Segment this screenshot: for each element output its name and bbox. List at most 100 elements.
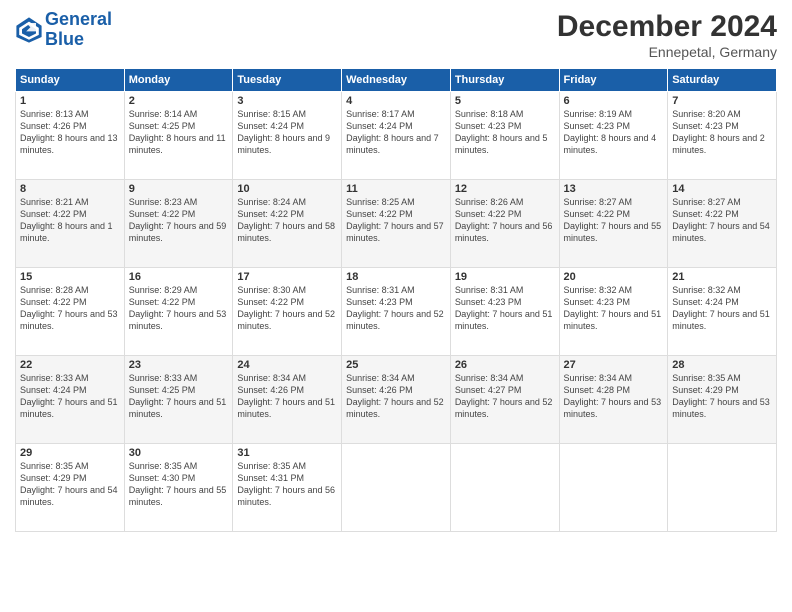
weekday-header: Saturday — [668, 69, 777, 92]
header: General Blue December 2024 Ennepetal, Ge… — [15, 10, 777, 60]
day-info: Sunrise: 8:13 AMSunset: 4:26 PMDaylight:… — [20, 108, 120, 157]
day-number: 2 — [129, 95, 229, 107]
weekday-header-row: SundayMondayTuesdayWednesdayThursdayFrid… — [16, 69, 777, 92]
day-number: 17 — [237, 271, 337, 283]
day-info: Sunrise: 8:34 AMSunset: 4:26 PMDaylight:… — [237, 372, 337, 421]
calendar-cell: 9Sunrise: 8:23 AMSunset: 4:22 PMDaylight… — [124, 180, 233, 268]
day-info: Sunrise: 8:19 AMSunset: 4:23 PMDaylight:… — [564, 108, 664, 157]
day-number: 27 — [564, 359, 664, 371]
day-number: 10 — [237, 183, 337, 195]
calendar-week-row: 1Sunrise: 8:13 AMSunset: 4:26 PMDaylight… — [16, 92, 777, 180]
calendar-cell: 19Sunrise: 8:31 AMSunset: 4:23 PMDayligh… — [450, 268, 559, 356]
day-number: 9 — [129, 183, 229, 195]
day-number: 1 — [20, 95, 120, 107]
logo-icon — [15, 16, 43, 44]
logo: General Blue — [15, 10, 112, 50]
calendar-cell — [668, 444, 777, 532]
day-info: Sunrise: 8:35 AMSunset: 4:30 PMDaylight:… — [129, 460, 229, 509]
day-info: Sunrise: 8:32 AMSunset: 4:24 PMDaylight:… — [672, 284, 772, 333]
weekday-header: Monday — [124, 69, 233, 92]
calendar-cell: 4Sunrise: 8:17 AMSunset: 4:24 PMDaylight… — [342, 92, 451, 180]
calendar-cell: 27Sunrise: 8:34 AMSunset: 4:28 PMDayligh… — [559, 356, 668, 444]
day-number: 26 — [455, 359, 555, 371]
day-info: Sunrise: 8:21 AMSunset: 4:22 PMDaylight:… — [20, 196, 120, 245]
logo-text2: Blue — [45, 30, 112, 50]
calendar-cell: 18Sunrise: 8:31 AMSunset: 4:23 PMDayligh… — [342, 268, 451, 356]
day-number: 31 — [237, 447, 337, 459]
calendar-cell: 25Sunrise: 8:34 AMSunset: 4:26 PMDayligh… — [342, 356, 451, 444]
day-number: 20 — [564, 271, 664, 283]
calendar-cell: 28Sunrise: 8:35 AMSunset: 4:29 PMDayligh… — [668, 356, 777, 444]
calendar-cell: 7Sunrise: 8:20 AMSunset: 4:23 PMDaylight… — [668, 92, 777, 180]
day-info: Sunrise: 8:33 AMSunset: 4:24 PMDaylight:… — [20, 372, 120, 421]
day-info: Sunrise: 8:29 AMSunset: 4:22 PMDaylight:… — [129, 284, 229, 333]
calendar-week-row: 15Sunrise: 8:28 AMSunset: 4:22 PMDayligh… — [16, 268, 777, 356]
day-info: Sunrise: 8:18 AMSunset: 4:23 PMDaylight:… — [455, 108, 555, 157]
calendar-cell: 22Sunrise: 8:33 AMSunset: 4:24 PMDayligh… — [16, 356, 125, 444]
logo-text: General — [45, 10, 112, 30]
calendar-cell: 26Sunrise: 8:34 AMSunset: 4:27 PMDayligh… — [450, 356, 559, 444]
day-number: 13 — [564, 183, 664, 195]
calendar-cell: 12Sunrise: 8:26 AMSunset: 4:22 PMDayligh… — [450, 180, 559, 268]
day-number: 28 — [672, 359, 772, 371]
day-info: Sunrise: 8:28 AMSunset: 4:22 PMDaylight:… — [20, 284, 120, 333]
calendar-cell: 6Sunrise: 8:19 AMSunset: 4:23 PMDaylight… — [559, 92, 668, 180]
day-number: 24 — [237, 359, 337, 371]
day-info: Sunrise: 8:24 AMSunset: 4:22 PMDaylight:… — [237, 196, 337, 245]
day-info: Sunrise: 8:25 AMSunset: 4:22 PMDaylight:… — [346, 196, 446, 245]
day-info: Sunrise: 8:20 AMSunset: 4:23 PMDaylight:… — [672, 108, 772, 157]
day-info: Sunrise: 8:34 AMSunset: 4:26 PMDaylight:… — [346, 372, 446, 421]
calendar-cell: 5Sunrise: 8:18 AMSunset: 4:23 PMDaylight… — [450, 92, 559, 180]
calendar-cell: 14Sunrise: 8:27 AMSunset: 4:22 PMDayligh… — [668, 180, 777, 268]
weekday-header: Sunday — [16, 69, 125, 92]
calendar-cell: 15Sunrise: 8:28 AMSunset: 4:22 PMDayligh… — [16, 268, 125, 356]
subtitle: Ennepetal, Germany — [557, 44, 777, 60]
calendar-cell: 23Sunrise: 8:33 AMSunset: 4:25 PMDayligh… — [124, 356, 233, 444]
weekday-header: Thursday — [450, 69, 559, 92]
day-info: Sunrise: 8:32 AMSunset: 4:23 PMDaylight:… — [564, 284, 664, 333]
weekday-header: Friday — [559, 69, 668, 92]
day-number: 12 — [455, 183, 555, 195]
page: General Blue December 2024 Ennepetal, Ge… — [0, 0, 792, 612]
calendar-cell: 17Sunrise: 8:30 AMSunset: 4:22 PMDayligh… — [233, 268, 342, 356]
main-title: December 2024 — [557, 10, 777, 44]
day-number: 16 — [129, 271, 229, 283]
day-number: 19 — [455, 271, 555, 283]
calendar-cell — [559, 444, 668, 532]
day-number: 4 — [346, 95, 446, 107]
day-info: Sunrise: 8:35 AMSunset: 4:29 PMDaylight:… — [20, 460, 120, 509]
day-number: 11 — [346, 183, 446, 195]
day-number: 7 — [672, 95, 772, 107]
day-info: Sunrise: 8:17 AMSunset: 4:24 PMDaylight:… — [346, 108, 446, 157]
day-number: 23 — [129, 359, 229, 371]
calendar-table: SundayMondayTuesdayWednesdayThursdayFrid… — [15, 68, 777, 532]
day-info: Sunrise: 8:14 AMSunset: 4:25 PMDaylight:… — [129, 108, 229, 157]
day-number: 5 — [455, 95, 555, 107]
calendar-cell: 31Sunrise: 8:35 AMSunset: 4:31 PMDayligh… — [233, 444, 342, 532]
day-info: Sunrise: 8:31 AMSunset: 4:23 PMDaylight:… — [346, 284, 446, 333]
day-info: Sunrise: 8:30 AMSunset: 4:22 PMDaylight:… — [237, 284, 337, 333]
day-number: 6 — [564, 95, 664, 107]
day-number: 15 — [20, 271, 120, 283]
calendar-cell: 13Sunrise: 8:27 AMSunset: 4:22 PMDayligh… — [559, 180, 668, 268]
day-info: Sunrise: 8:27 AMSunset: 4:22 PMDaylight:… — [564, 196, 664, 245]
day-number: 3 — [237, 95, 337, 107]
day-number: 14 — [672, 183, 772, 195]
calendar-cell: 8Sunrise: 8:21 AMSunset: 4:22 PMDaylight… — [16, 180, 125, 268]
day-info: Sunrise: 8:23 AMSunset: 4:22 PMDaylight:… — [129, 196, 229, 245]
calendar-cell — [450, 444, 559, 532]
weekday-header: Wednesday — [342, 69, 451, 92]
calendar-cell: 21Sunrise: 8:32 AMSunset: 4:24 PMDayligh… — [668, 268, 777, 356]
calendar-week-row: 22Sunrise: 8:33 AMSunset: 4:24 PMDayligh… — [16, 356, 777, 444]
day-number: 25 — [346, 359, 446, 371]
day-number: 29 — [20, 447, 120, 459]
calendar-cell: 10Sunrise: 8:24 AMSunset: 4:22 PMDayligh… — [233, 180, 342, 268]
calendar-cell: 30Sunrise: 8:35 AMSunset: 4:30 PMDayligh… — [124, 444, 233, 532]
day-info: Sunrise: 8:34 AMSunset: 4:28 PMDaylight:… — [564, 372, 664, 421]
calendar-cell: 11Sunrise: 8:25 AMSunset: 4:22 PMDayligh… — [342, 180, 451, 268]
day-info: Sunrise: 8:27 AMSunset: 4:22 PMDaylight:… — [672, 196, 772, 245]
day-number: 8 — [20, 183, 120, 195]
day-info: Sunrise: 8:34 AMSunset: 4:27 PMDaylight:… — [455, 372, 555, 421]
calendar-cell: 3Sunrise: 8:15 AMSunset: 4:24 PMDaylight… — [233, 92, 342, 180]
day-info: Sunrise: 8:35 AMSunset: 4:31 PMDaylight:… — [237, 460, 337, 509]
